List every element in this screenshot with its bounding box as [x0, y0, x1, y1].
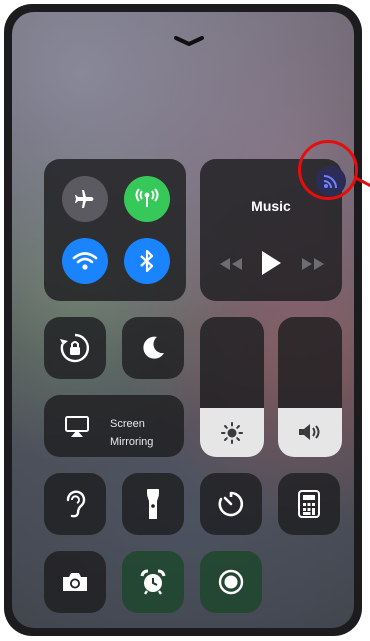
bluetooth-toggle[interactable]	[124, 238, 170, 284]
flashlight-button[interactable]	[122, 473, 184, 535]
cellular-icon	[135, 188, 159, 207]
screen-mirroring-label: Screen Mirroring	[110, 415, 153, 451]
chevron-down-icon[interactable]	[172, 32, 206, 50]
airplane-mode-toggle[interactable]	[62, 176, 108, 222]
alarm-icon	[140, 569, 166, 595]
rewind-icon[interactable]	[216, 254, 244, 274]
cellular-data-toggle[interactable]	[124, 176, 170, 222]
camera-button[interactable]	[44, 551, 106, 613]
record-icon	[218, 569, 244, 595]
volume-slider[interactable]	[278, 317, 342, 457]
fast-forward-icon[interactable]	[300, 254, 328, 274]
calculator-button[interactable]	[278, 473, 340, 535]
airplane-icon	[75, 190, 94, 208]
hearing-icon	[66, 490, 86, 518]
screen-mirroring-line2: Mirroring	[110, 436, 154, 448]
music-title: Music	[251, 198, 291, 214]
connectivity-tile	[44, 159, 186, 301]
wifi-toggle[interactable]	[62, 238, 108, 284]
do-not-disturb-button[interactable]	[122, 317, 184, 379]
wifi-icon	[72, 252, 98, 270]
flashlight-icon	[147, 489, 159, 519]
phone-frame: Music Screen Mirroring	[4, 4, 362, 636]
bluetooth-icon	[140, 249, 154, 273]
play-icon[interactable]	[258, 248, 284, 278]
screen-mirroring-icon	[65, 416, 89, 437]
screen-recording-button[interactable]	[200, 551, 262, 613]
hearing-button[interactable]	[44, 473, 106, 535]
alarm-button[interactable]	[122, 551, 184, 613]
screen-mirroring-line1: Screen	[110, 418, 145, 430]
timer-button[interactable]	[200, 473, 262, 535]
timer-icon	[218, 491, 244, 517]
volume-icon	[299, 424, 320, 440]
control-center: Music Screen Mirroring	[12, 12, 354, 628]
highlight-circle	[298, 140, 358, 200]
calculator-icon	[298, 490, 320, 518]
moon-icon	[143, 336, 164, 359]
camera-icon	[63, 573, 87, 591]
brightness-icon	[221, 422, 243, 444]
brightness-slider[interactable]	[200, 317, 264, 457]
rotation-lock-icon	[60, 333, 90, 363]
rotation-lock-button[interactable]	[44, 317, 106, 379]
